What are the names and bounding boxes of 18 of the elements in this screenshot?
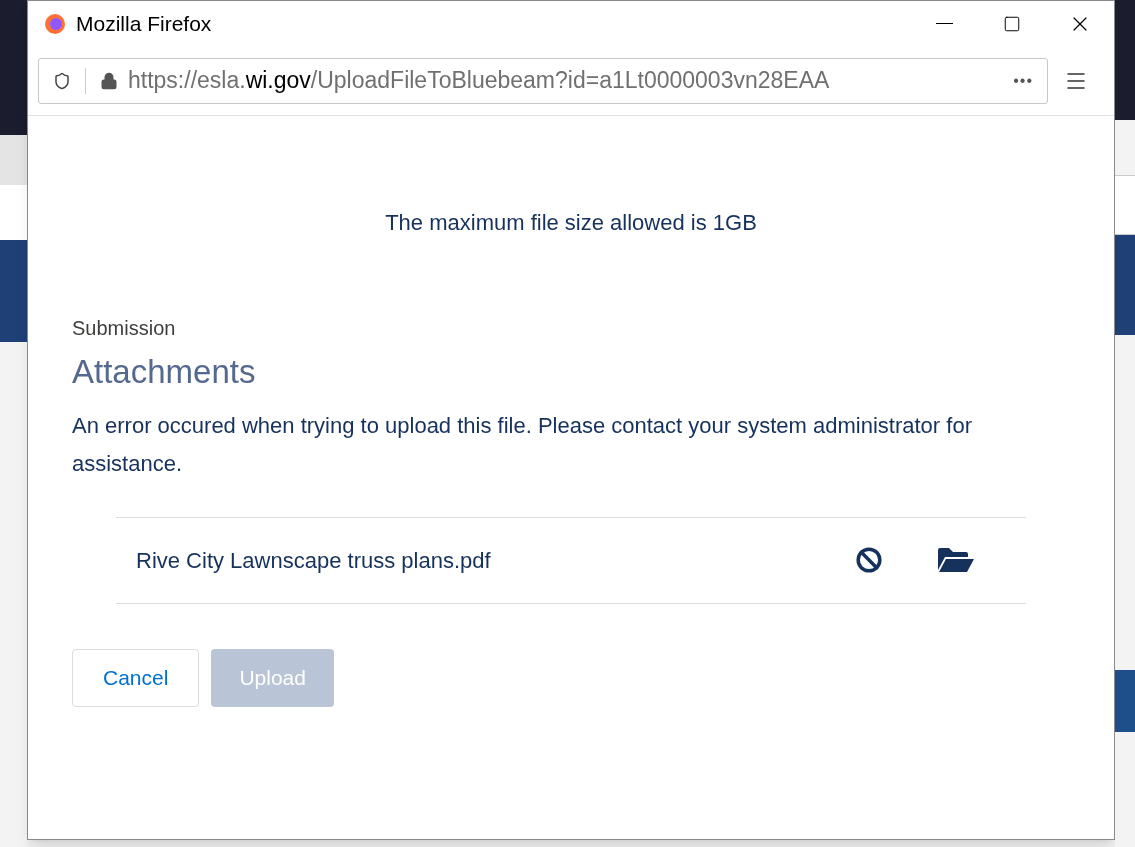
maximize-icon: [1003, 14, 1021, 33]
window-title: Mozilla Firefox: [76, 10, 212, 37]
lock-icon: [100, 71, 118, 90]
section-label: Submission: [72, 316, 176, 341]
cancel-button[interactable]: Cancel: [72, 648, 200, 707]
section-heading: Attachments: [72, 352, 256, 392]
browser-logo-icon: [44, 12, 66, 35]
folder-icon[interactable]: [936, 546, 976, 574]
file-name: Rive City Lawnscape truss plans.pdf: [136, 546, 491, 575]
shield-icon[interactable]: [53, 71, 71, 90]
cancel-icon[interactable]: [856, 547, 882, 573]
address-bar[interactable]: https://esla.wi.gov/UploadFileToBluebeam?id=a1Lt0000003vn28EAA •••: [38, 57, 1048, 104]
minimize-icon: [935, 22, 953, 25]
background-banner: [1115, 670, 1135, 732]
error-message: An error occured when trying to upload this file. Please contact your system administrator for assistance.: [72, 411, 973, 478]
file-size-notice: The maximum file size allowed is 1GB: [384, 209, 758, 237]
more-button[interactable]: •••: [1013, 68, 1033, 93]
url-text: https://esla.wi.gov/UploadFileToBluebeam?id=a1Lt0000003vn28EAA: [128, 66, 830, 96]
